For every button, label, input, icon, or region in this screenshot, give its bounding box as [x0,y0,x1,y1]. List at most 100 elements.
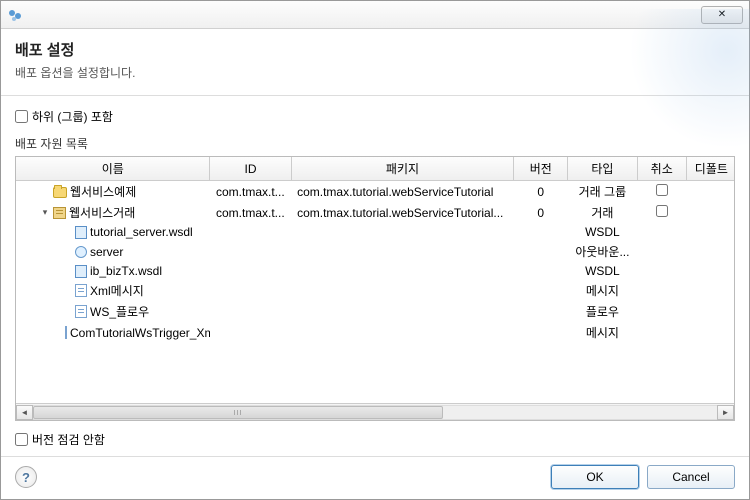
row-cancel-checkbox[interactable] [656,205,668,217]
row-package-cell: com.tmax.tutorial.webServiceTutorial [291,181,514,203]
row-id-cell [210,301,291,322]
row-type-cell: 메시지 [568,322,638,343]
row-version-cell [514,322,568,343]
ok-button[interactable]: OK [551,465,639,489]
row-version-cell: 0 [514,202,568,223]
scroll-left-button[interactable]: ◄ [16,405,33,420]
table-scroll-area[interactable]: 이름 ID 패키지 버전 타입 취소 디폴트 웹서비스예제com.tmax.t.… [16,157,734,403]
col-header-type[interactable]: 타입 [568,157,638,181]
message-icon [65,326,67,339]
folder-icon [53,187,67,198]
col-header-version[interactable]: 버전 [514,157,568,181]
row-name-label: WS_플로우 [90,303,149,320]
scroll-thumb[interactable] [33,406,443,419]
skip-version-check-label: 버전 점검 안함 [32,431,105,448]
row-default-cell [686,280,734,301]
row-default-cell [686,223,734,241]
row-id-cell [210,280,291,301]
row-package-cell [291,280,514,301]
tree-expander[interactable]: ▾ [40,207,50,218]
row-cancel-cell [637,262,686,280]
row-package-cell [291,322,514,343]
table-row[interactable]: ComTutorialWsTrigger_Xm 메시지 [16,322,734,343]
include-subgroups-label: 하위 (그룹) 포함 [32,108,113,125]
row-version-cell [514,280,568,301]
row-cancel-cell [637,181,686,203]
row-name-label: server [90,245,123,259]
page-subtitle: 배포 옵션을 설정합니다. [15,64,735,81]
scroll-track[interactable] [33,405,717,420]
row-version-cell [514,262,568,280]
col-header-package[interactable]: 패키지 [291,157,514,181]
row-type-cell: WSDL [568,262,638,280]
row-package-cell [291,301,514,322]
row-name-label: Xml메시지 [90,282,144,299]
help-button[interactable]: ? [15,466,37,488]
row-name-label: ComTutorialWsTrigger_Xm [70,326,210,340]
table-row[interactable]: ▾ 웹서비스거래 com.tmax.t...com.tmax.tutorial.we… [16,202,734,223]
scroll-right-button[interactable]: ► [717,405,734,420]
dialog-header: 배포 설정 배포 옵션을 설정합니다. [1,29,749,96]
cancel-button[interactable]: Cancel [647,465,735,489]
window-close-button[interactable]: ✕ [701,6,743,24]
row-type-cell: 메시지 [568,280,638,301]
horizontal-scrollbar[interactable]: ◄ ► [16,403,734,420]
col-header-id[interactable]: ID [210,157,291,181]
row-cancel-cell [637,301,686,322]
skip-version-check-checkbox[interactable]: 버전 점검 안함 [15,431,735,448]
dialog-footer: ? OK Cancel [1,456,749,499]
resource-list-label: 배포 자원 목록 [15,135,735,152]
row-id-cell [210,322,291,343]
package-icon [53,207,66,219]
skip-version-check-input[interactable] [15,433,28,446]
row-id-cell: com.tmax.t... [210,181,291,203]
row-default-cell [686,262,734,280]
row-id-cell [210,241,291,262]
row-default-cell [686,301,734,322]
table-row[interactable]: tutorial_server.wsdl WSDL [16,223,734,241]
row-cancel-cell [637,202,686,223]
app-icon [7,7,23,23]
row-default-cell [686,322,734,343]
row-id-cell: com.tmax.t... [210,202,291,223]
row-name-label: 웹서비스거래 [69,204,135,221]
include-subgroups-input[interactable] [15,110,28,123]
include-subgroups-checkbox[interactable]: 하위 (그룹) 포함 [15,108,735,125]
row-default-cell [686,181,734,203]
close-icon: ✕ [718,9,726,20]
row-type-cell: 플로우 [568,301,638,322]
message-icon [75,284,87,297]
help-icon: ? [22,470,30,485]
col-header-default[interactable]: 디폴트 [686,157,734,181]
row-version-cell [514,301,568,322]
deploy-settings-dialog: ✕ 배포 설정 배포 옵션을 설정합니다. 하위 (그룹) 포함 배포 자원 목… [0,0,750,500]
row-id-cell [210,223,291,241]
table-header-row: 이름 ID 패키지 버전 타입 취소 디폴트 [16,157,734,181]
row-cancel-checkbox[interactable] [656,184,668,196]
table-row[interactable]: Xml메시지 메시지 [16,280,734,301]
row-version-cell: 0 [514,181,568,203]
row-cancel-cell [637,223,686,241]
table-body: 웹서비스예제com.tmax.t...com.tmax.tutorial.web… [16,181,734,344]
row-package-cell: com.tmax.tutorial.webServiceTutorial... [291,202,514,223]
row-name-label: tutorial_server.wsdl [90,225,193,239]
resource-table: 이름 ID 패키지 버전 타입 취소 디폴트 웹서비스예제com.tmax.t.… [15,156,735,421]
row-package-cell [291,262,514,280]
row-id-cell [210,262,291,280]
row-type-cell: 거래 그룹 [568,181,638,203]
flow-icon [75,305,87,318]
col-header-name[interactable]: 이름 [16,157,210,181]
row-package-cell [291,241,514,262]
col-header-cancel[interactable]: 취소 [637,157,686,181]
row-type-cell: 거래 [568,202,638,223]
table-row[interactable]: 웹서비스예제com.tmax.t...com.tmax.tutorial.web… [16,181,734,203]
wsdl-file-icon [75,226,87,239]
row-version-cell [514,223,568,241]
table-row[interactable]: ib_bizTx.wsdlWSDL [16,262,734,280]
server-icon [75,246,87,258]
page-title: 배포 설정 [15,39,735,60]
table-row[interactable]: server아웃바운... [16,241,734,262]
row-cancel-cell [637,280,686,301]
row-type-cell: WSDL [568,223,638,241]
table-row[interactable]: WS_플로우 플로우 [16,301,734,322]
